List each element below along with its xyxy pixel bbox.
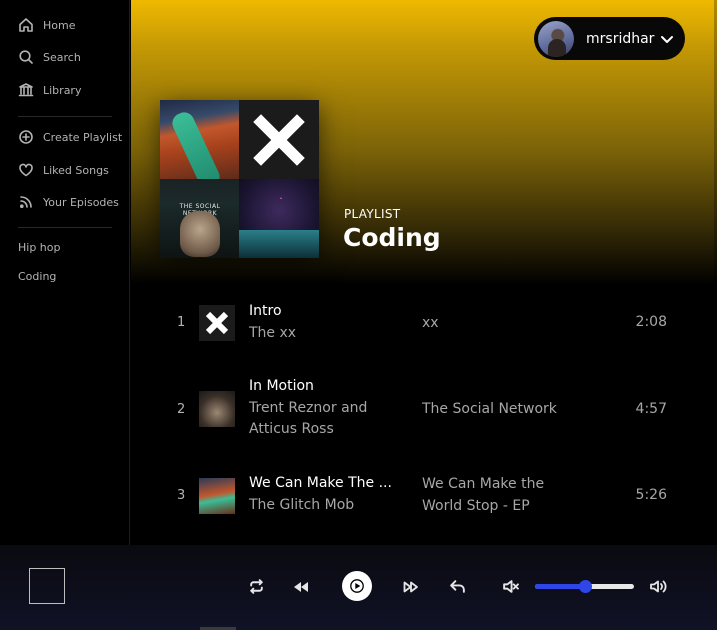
sidebar-playlist-coding[interactable]: Coding xyxy=(18,270,56,283)
sidebar-divider xyxy=(18,227,112,228)
liked-songs-label: Liked Songs xyxy=(43,163,109,177)
chevron-down-icon xyxy=(661,36,673,43)
repeat-button[interactable] xyxy=(248,578,265,595)
track-album[interactable]: We Can Make the World Stop - EP xyxy=(422,473,572,517)
sidebar-playlist-hip-hop[interactable]: Hip hop xyxy=(18,241,61,254)
rss-icon xyxy=(19,196,32,208)
undo-button[interactable] xyxy=(449,578,466,595)
create-playlist-label: Create Playlist xyxy=(43,130,123,144)
rewind-icon xyxy=(294,582,308,592)
track-artist[interactable]: The Glitch Mob xyxy=(249,495,399,516)
track-title: Intro xyxy=(249,303,282,319)
cover-tile-glitch-mob xyxy=(239,179,319,258)
xx-logo-icon xyxy=(205,311,229,335)
track-row[interactable]: 1 Intro The xx xx 2:08 xyxy=(131,300,717,346)
volume-slider[interactable] xyxy=(535,580,634,593)
volume-mute-icon xyxy=(503,580,519,593)
play-icon xyxy=(350,579,364,593)
cover-tile-xx xyxy=(239,100,319,179)
track-number: 2 xyxy=(177,402,186,417)
player-bar xyxy=(0,545,717,630)
track-duration: 4:57 xyxy=(635,401,667,417)
fast-forward-icon xyxy=(403,581,418,593)
undo-icon xyxy=(450,580,465,593)
track-title: We Can Make The ... xyxy=(249,475,392,491)
nav-home[interactable]: Home xyxy=(18,17,75,33)
track-album[interactable]: The Social Network xyxy=(422,398,572,420)
nav-library[interactable]: Library xyxy=(18,82,81,98)
page-title: Coding xyxy=(343,223,441,252)
mute-button[interactable] xyxy=(502,578,519,595)
xx-logo-icon xyxy=(253,113,305,166)
liked-songs-button[interactable]: Liked Songs xyxy=(18,162,109,178)
track-artist[interactable]: The xx xyxy=(249,323,399,344)
repeat-icon xyxy=(250,579,263,594)
library-icon xyxy=(18,83,34,97)
cover-tile-canyon xyxy=(160,100,239,179)
track-thumbnail xyxy=(199,391,235,427)
track-number: 1 xyxy=(177,315,186,330)
user-name: mrsridhar xyxy=(586,30,655,47)
volume-high-icon xyxy=(650,580,667,593)
track-thumbnail xyxy=(199,478,235,514)
user-menu[interactable]: mrsridhar xyxy=(534,17,685,60)
next-button[interactable] xyxy=(403,580,419,594)
heart-icon xyxy=(19,163,33,177)
playlist-type-label: PLAYLIST xyxy=(344,207,401,221)
volume-slider-fill xyxy=(535,584,585,589)
track-row[interactable]: 3 We Can Make The ... The Glitch Mob We … xyxy=(131,473,717,519)
playlist-cover: THE SOCIAL NETWORK xyxy=(160,100,319,258)
create-playlist-button[interactable]: Create Playlist xyxy=(18,129,122,145)
track-duration: 2:08 xyxy=(635,314,667,330)
now-playing-thumbnail xyxy=(29,568,65,604)
your-episodes-button[interactable]: Your Episodes xyxy=(18,194,119,210)
nav-search[interactable]: Search xyxy=(18,49,81,65)
your-episodes-label: Your Episodes xyxy=(43,195,119,209)
cover-face xyxy=(180,211,220,257)
nav-home-label: Home xyxy=(43,18,76,32)
track-album[interactable]: xx xyxy=(422,312,572,334)
home-icon xyxy=(19,18,33,32)
track-duration: 5:26 xyxy=(635,487,667,503)
track-thumbnail xyxy=(199,305,235,341)
main-content: mrsridhar THE SOCIAL NETWORK PLAYLIST Co… xyxy=(131,0,717,545)
previous-button[interactable] xyxy=(293,580,309,594)
avatar xyxy=(538,20,574,57)
nav-search-label: Search xyxy=(43,50,81,64)
sidebar-divider xyxy=(18,116,112,117)
play-button[interactable] xyxy=(342,571,372,601)
sidebar: Home Search Library Create Playlist Like… xyxy=(0,0,130,545)
search-icon xyxy=(19,50,33,64)
cover-tile-social-network: THE SOCIAL NETWORK xyxy=(160,179,239,258)
volume-max-button[interactable] xyxy=(649,578,667,595)
track-row[interactable]: 2 In Motion Trent Reznor and Atticus Ros… xyxy=(131,376,717,442)
nav-library-label: Library xyxy=(43,83,82,97)
plus-circle-icon xyxy=(19,130,33,144)
track-title: In Motion xyxy=(249,378,314,394)
track-number: 3 xyxy=(177,488,186,503)
volume-slider-handle[interactable] xyxy=(578,580,592,593)
track-artist[interactable]: Trent Reznor and Atticus Ross xyxy=(249,398,399,440)
